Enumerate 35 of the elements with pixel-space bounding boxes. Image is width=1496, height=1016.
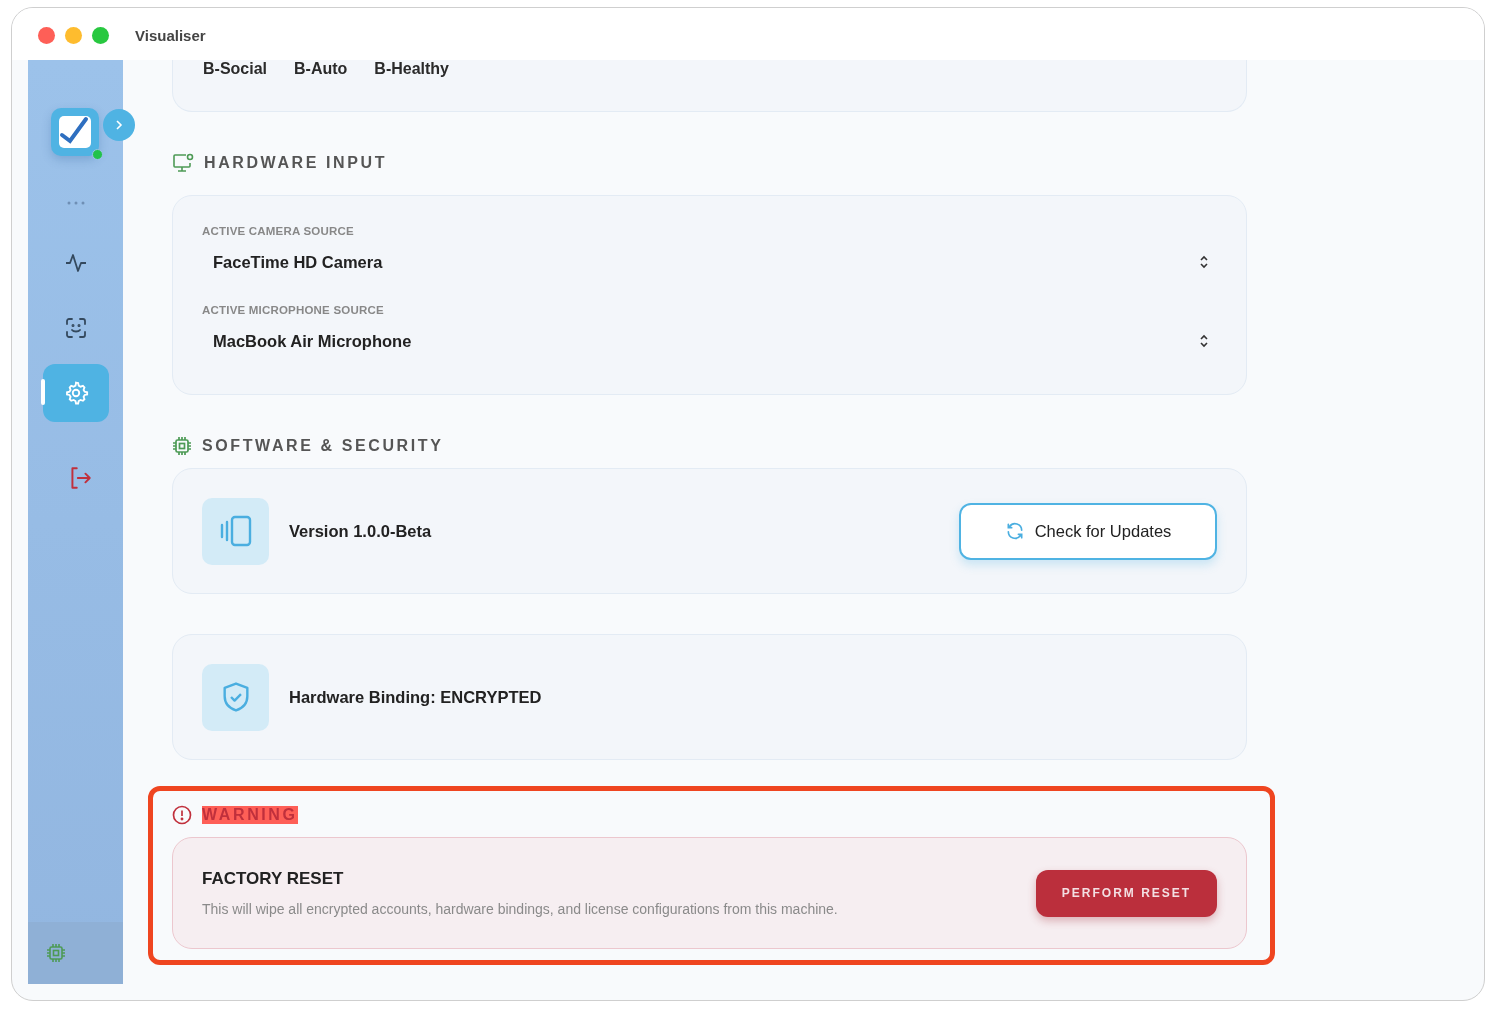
field-label: ACTIVE MICROPHONE SOURCE [202,304,385,316]
profile-tag[interactable]: B-Auto [294,60,348,78]
field-label: ACTIVE CAMERA SOURCE [202,225,355,237]
pulse-icon [63,251,88,275]
zoom-button[interactable] [92,26,109,44]
reset-title: FACTORY RESET [202,869,345,889]
window-title: Visualiser [135,26,206,44]
refresh-icon [1004,521,1025,541]
chevron-updown-icon [1199,255,1209,269]
section-title: SOFTWARE & SECURITY [202,437,444,455]
face-scan-icon [63,316,88,340]
alert-icon [172,805,192,825]
shield-check-icon [202,663,269,731]
check-updates-button[interactable]: Check for Updates [959,502,1217,560]
settings-nav-item[interactable] [42,364,109,422]
source-select[interactable]: MacBook Air Microphone [202,321,1217,361]
chevron-updown-icon [1199,334,1209,348]
monitor-icon [172,153,194,173]
binding-status-text: Hardware Binding: ENCRYPTED [289,687,542,707]
expand-button[interactable] [102,109,135,141]
close-button[interactable] [38,26,55,44]
version-text: Version 1.0.0-Beta [289,521,432,541]
perform-reset-button[interactable]: PERFORM RESET [1036,869,1217,917]
app-logo-icon [50,108,99,156]
section-title: HARDWARE INPUT [204,154,388,172]
minimize-button[interactable] [65,26,82,44]
chip-icon [172,436,192,456]
profile-tag[interactable]: B-Social [203,60,267,78]
chip-icon [46,943,66,963]
reset-description: This will wipe all encrypted accounts, hardware bindings, and license configurations from this machine. [202,901,838,917]
source-select[interactable]: FaceTime HD Camera [202,242,1217,282]
section-title: WARNING [202,806,298,824]
version-icon [202,497,269,565]
profile-tag[interactable]: B-Healthy [374,60,449,78]
chevron-right-icon [113,120,124,130]
